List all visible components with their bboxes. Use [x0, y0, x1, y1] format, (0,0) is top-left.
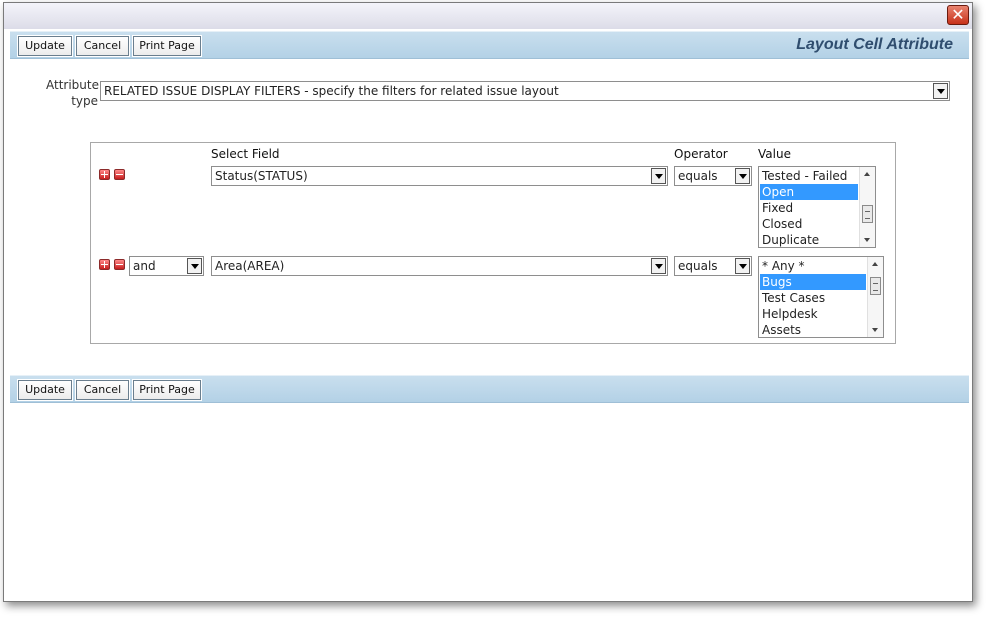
operator-select-value: equals — [678, 169, 718, 183]
chevron-down-icon[interactable] — [187, 258, 202, 274]
page-title: Layout Cell Attribute — [796, 36, 953, 53]
print-page-button[interactable]: Print Page — [132, 379, 202, 401]
listbox-scrollbar[interactable] — [867, 257, 883, 337]
title-bar: ✕ — [4, 3, 972, 29]
scroll-up-icon[interactable] — [872, 262, 878, 266]
listbox-scrollbar[interactable] — [859, 167, 875, 247]
close-icon: ✕ — [951, 5, 965, 24]
field-select-row-1[interactable]: Status(STATUS) — [211, 166, 668, 186]
operator-header: Operator — [674, 147, 728, 161]
filter-panel: Select Field Operator Value Status(STATU… — [90, 142, 896, 344]
operator-select-row-1[interactable]: equals — [674, 166, 752, 186]
chevron-down-icon[interactable] — [651, 168, 666, 184]
list-item[interactable]: Duplicate — [760, 232, 858, 247]
operator-select-row-2[interactable]: equals — [674, 256, 752, 276]
scroll-down-icon[interactable] — [864, 238, 870, 242]
list-item[interactable]: Helpdesk — [760, 306, 866, 322]
list-item[interactable]: * Any * — [760, 258, 866, 274]
add-filter-icon[interactable] — [99, 259, 110, 270]
list-item[interactable]: Test Cases — [760, 290, 866, 306]
attribute-type-label: Attribute type — [46, 78, 99, 108]
field-select-value: Status(STATUS) — [215, 169, 308, 183]
cancel-button[interactable]: Cancel — [75, 379, 130, 401]
list-item[interactable]: Assets — [760, 322, 866, 337]
list-item[interactable]: Tested - Failed — [760, 168, 858, 184]
connector-select-row-2[interactable]: and — [129, 256, 204, 276]
scroll-thumb[interactable] — [862, 205, 873, 223]
chevron-down-icon[interactable] — [735, 258, 750, 274]
chevron-down-icon[interactable] — [933, 83, 948, 99]
dialog-window: ✕ Update Cancel Print Page Layout Cell A… — [3, 2, 973, 602]
chevron-down-icon[interactable] — [735, 168, 750, 184]
select-field-header: Select Field — [211, 147, 280, 161]
scroll-down-icon[interactable] — [872, 328, 878, 332]
top-toolbar: Update Cancel Print Page Layout Cell Att… — [10, 31, 969, 59]
list-item[interactable]: Fixed — [760, 200, 858, 216]
value-listbox-row-2[interactable]: * Any * Bugs Test Cases Helpdesk Assets — [758, 256, 884, 338]
field-select-row-2[interactable]: Area(AREA) — [211, 256, 668, 276]
attribute-type-value: RELATED ISSUE DISPLAY FILTERS - specify … — [104, 84, 559, 98]
value-header: Value — [758, 147, 791, 161]
scroll-thumb[interactable] — [870, 277, 881, 295]
remove-filter-icon[interactable] — [114, 169, 125, 180]
close-button[interactable]: ✕ — [947, 5, 969, 25]
scroll-up-icon[interactable] — [864, 172, 870, 176]
add-filter-icon[interactable] — [99, 169, 110, 180]
list-item[interactable]: Closed — [760, 216, 858, 232]
update-button[interactable]: Update — [17, 379, 73, 401]
field-select-value: Area(AREA) — [215, 259, 285, 273]
value-listbox-row-1[interactable]: Tested - Failed Open Fixed Closed Duplic… — [758, 166, 876, 248]
connector-select-value: and — [133, 259, 156, 273]
attribute-type-select[interactable]: RELATED ISSUE DISPLAY FILTERS - specify … — [100, 81, 950, 101]
update-button[interactable]: Update — [17, 35, 73, 57]
cancel-button[interactable]: Cancel — [75, 35, 130, 57]
bottom-toolbar: Update Cancel Print Page — [10, 375, 969, 403]
remove-filter-icon[interactable] — [114, 259, 125, 270]
print-page-button[interactable]: Print Page — [132, 35, 202, 57]
chevron-down-icon[interactable] — [651, 258, 666, 274]
list-item-selected[interactable]: Bugs — [760, 274, 866, 290]
list-item-selected[interactable]: Open — [760, 184, 858, 200]
operator-select-value: equals — [678, 259, 718, 273]
